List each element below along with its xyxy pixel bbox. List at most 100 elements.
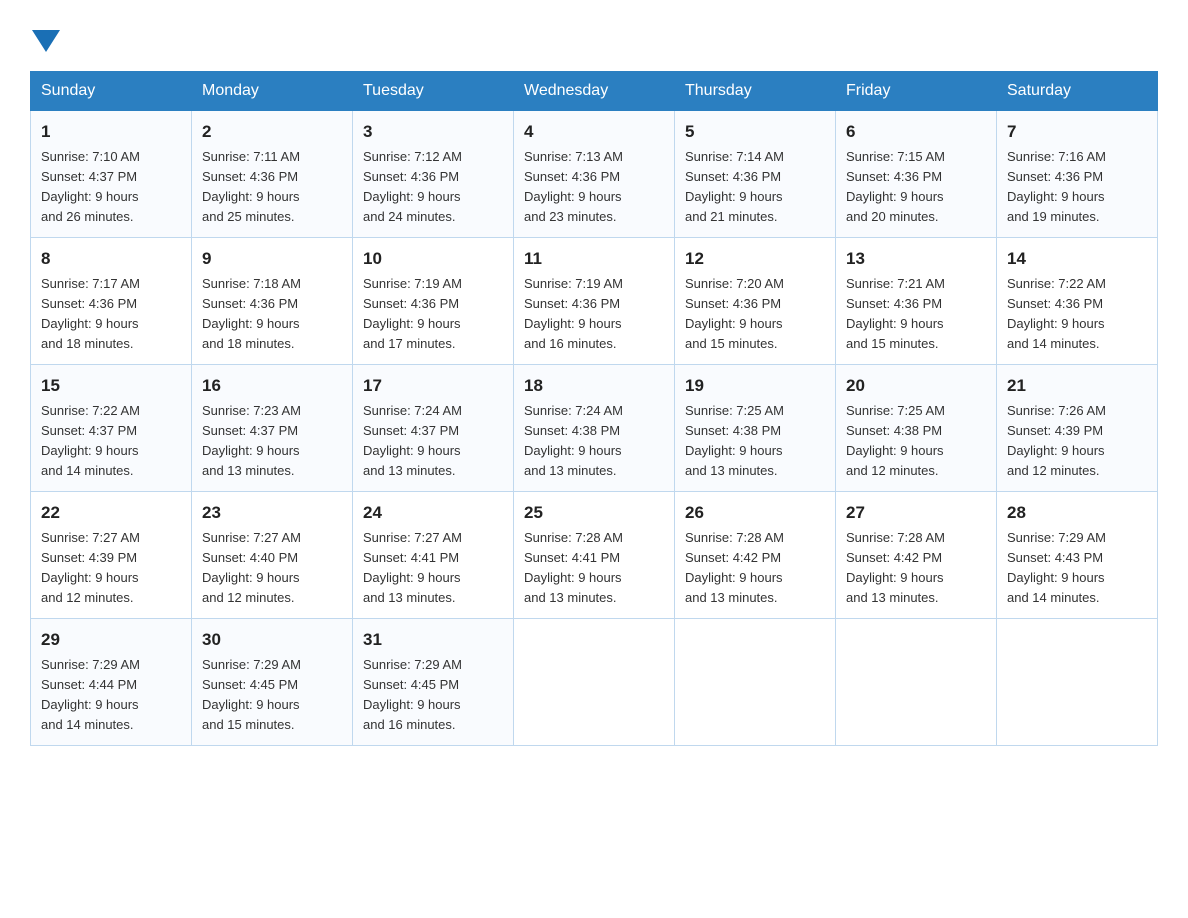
day-number: 4 bbox=[524, 119, 664, 145]
table-row: 5Sunrise: 7:14 AMSunset: 4:36 PMDaylight… bbox=[675, 111, 836, 238]
day-number: 25 bbox=[524, 500, 664, 526]
day-number: 10 bbox=[363, 246, 503, 272]
day-info: Sunrise: 7:20 AMSunset: 4:36 PMDaylight:… bbox=[685, 274, 825, 355]
calendar-week-row: 29Sunrise: 7:29 AMSunset: 4:44 PMDayligh… bbox=[31, 619, 1158, 746]
day-info: Sunrise: 7:11 AMSunset: 4:36 PMDaylight:… bbox=[202, 147, 342, 228]
day-number: 24 bbox=[363, 500, 503, 526]
day-info: Sunrise: 7:24 AMSunset: 4:37 PMDaylight:… bbox=[363, 401, 503, 482]
table-row: 2Sunrise: 7:11 AMSunset: 4:36 PMDaylight… bbox=[192, 111, 353, 238]
day-number: 30 bbox=[202, 627, 342, 653]
table-row: 26Sunrise: 7:28 AMSunset: 4:42 PMDayligh… bbox=[675, 492, 836, 619]
col-wednesday: Wednesday bbox=[514, 72, 675, 111]
day-number: 29 bbox=[41, 627, 181, 653]
table-row: 22Sunrise: 7:27 AMSunset: 4:39 PMDayligh… bbox=[31, 492, 192, 619]
col-thursday: Thursday bbox=[675, 72, 836, 111]
table-row: 18Sunrise: 7:24 AMSunset: 4:38 PMDayligh… bbox=[514, 365, 675, 492]
table-row: 16Sunrise: 7:23 AMSunset: 4:37 PMDayligh… bbox=[192, 365, 353, 492]
day-info: Sunrise: 7:28 AMSunset: 4:42 PMDaylight:… bbox=[685, 528, 825, 609]
table-row: 12Sunrise: 7:20 AMSunset: 4:36 PMDayligh… bbox=[675, 238, 836, 365]
day-number: 8 bbox=[41, 246, 181, 272]
table-row: 14Sunrise: 7:22 AMSunset: 4:36 PMDayligh… bbox=[997, 238, 1158, 365]
calendar-week-row: 22Sunrise: 7:27 AMSunset: 4:39 PMDayligh… bbox=[31, 492, 1158, 619]
col-saturday: Saturday bbox=[997, 72, 1158, 111]
col-friday: Friday bbox=[836, 72, 997, 111]
table-row: 30Sunrise: 7:29 AMSunset: 4:45 PMDayligh… bbox=[192, 619, 353, 746]
calendar-table: Sunday Monday Tuesday Wednesday Thursday… bbox=[30, 71, 1158, 746]
day-info: Sunrise: 7:17 AMSunset: 4:36 PMDaylight:… bbox=[41, 274, 181, 355]
day-info: Sunrise: 7:18 AMSunset: 4:36 PMDaylight:… bbox=[202, 274, 342, 355]
day-number: 31 bbox=[363, 627, 503, 653]
table-row bbox=[836, 619, 997, 746]
col-monday: Monday bbox=[192, 72, 353, 111]
day-info: Sunrise: 7:21 AMSunset: 4:36 PMDaylight:… bbox=[846, 274, 986, 355]
day-number: 3 bbox=[363, 119, 503, 145]
day-number: 20 bbox=[846, 373, 986, 399]
table-row: 9Sunrise: 7:18 AMSunset: 4:36 PMDaylight… bbox=[192, 238, 353, 365]
calendar-week-row: 1Sunrise: 7:10 AMSunset: 4:37 PMDaylight… bbox=[31, 111, 1158, 238]
day-info: Sunrise: 7:29 AMSunset: 4:45 PMDaylight:… bbox=[202, 655, 342, 736]
day-number: 23 bbox=[202, 500, 342, 526]
page-header bbox=[30, 20, 1158, 53]
table-row: 15Sunrise: 7:22 AMSunset: 4:37 PMDayligh… bbox=[31, 365, 192, 492]
day-number: 1 bbox=[41, 119, 181, 145]
table-row: 19Sunrise: 7:25 AMSunset: 4:38 PMDayligh… bbox=[675, 365, 836, 492]
day-info: Sunrise: 7:26 AMSunset: 4:39 PMDaylight:… bbox=[1007, 401, 1147, 482]
col-tuesday: Tuesday bbox=[353, 72, 514, 111]
day-number: 6 bbox=[846, 119, 986, 145]
day-info: Sunrise: 7:23 AMSunset: 4:37 PMDaylight:… bbox=[202, 401, 342, 482]
calendar-week-row: 8Sunrise: 7:17 AMSunset: 4:36 PMDaylight… bbox=[31, 238, 1158, 365]
logo bbox=[30, 20, 60, 53]
day-info: Sunrise: 7:25 AMSunset: 4:38 PMDaylight:… bbox=[685, 401, 825, 482]
table-row: 6Sunrise: 7:15 AMSunset: 4:36 PMDaylight… bbox=[836, 111, 997, 238]
table-row: 28Sunrise: 7:29 AMSunset: 4:43 PMDayligh… bbox=[997, 492, 1158, 619]
table-row: 21Sunrise: 7:26 AMSunset: 4:39 PMDayligh… bbox=[997, 365, 1158, 492]
table-row: 29Sunrise: 7:29 AMSunset: 4:44 PMDayligh… bbox=[31, 619, 192, 746]
day-number: 22 bbox=[41, 500, 181, 526]
day-info: Sunrise: 7:29 AMSunset: 4:43 PMDaylight:… bbox=[1007, 528, 1147, 609]
table-row: 24Sunrise: 7:27 AMSunset: 4:41 PMDayligh… bbox=[353, 492, 514, 619]
day-info: Sunrise: 7:28 AMSunset: 4:42 PMDaylight:… bbox=[846, 528, 986, 609]
table-row: 4Sunrise: 7:13 AMSunset: 4:36 PMDaylight… bbox=[514, 111, 675, 238]
table-row: 10Sunrise: 7:19 AMSunset: 4:36 PMDayligh… bbox=[353, 238, 514, 365]
table-row: 31Sunrise: 7:29 AMSunset: 4:45 PMDayligh… bbox=[353, 619, 514, 746]
day-info: Sunrise: 7:27 AMSunset: 4:41 PMDaylight:… bbox=[363, 528, 503, 609]
day-number: 16 bbox=[202, 373, 342, 399]
table-row: 17Sunrise: 7:24 AMSunset: 4:37 PMDayligh… bbox=[353, 365, 514, 492]
day-number: 21 bbox=[1007, 373, 1147, 399]
day-info: Sunrise: 7:28 AMSunset: 4:41 PMDaylight:… bbox=[524, 528, 664, 609]
day-number: 17 bbox=[363, 373, 503, 399]
col-sunday: Sunday bbox=[31, 72, 192, 111]
day-number: 9 bbox=[202, 246, 342, 272]
day-info: Sunrise: 7:19 AMSunset: 4:36 PMDaylight:… bbox=[363, 274, 503, 355]
day-info: Sunrise: 7:24 AMSunset: 4:38 PMDaylight:… bbox=[524, 401, 664, 482]
logo-triangle-icon bbox=[32, 30, 60, 52]
day-number: 15 bbox=[41, 373, 181, 399]
table-row: 25Sunrise: 7:28 AMSunset: 4:41 PMDayligh… bbox=[514, 492, 675, 619]
day-info: Sunrise: 7:29 AMSunset: 4:45 PMDaylight:… bbox=[363, 655, 503, 736]
day-info: Sunrise: 7:16 AMSunset: 4:36 PMDaylight:… bbox=[1007, 147, 1147, 228]
table-row bbox=[514, 619, 675, 746]
day-info: Sunrise: 7:13 AMSunset: 4:36 PMDaylight:… bbox=[524, 147, 664, 228]
day-info: Sunrise: 7:12 AMSunset: 4:36 PMDaylight:… bbox=[363, 147, 503, 228]
day-number: 19 bbox=[685, 373, 825, 399]
day-info: Sunrise: 7:29 AMSunset: 4:44 PMDaylight:… bbox=[41, 655, 181, 736]
day-info: Sunrise: 7:14 AMSunset: 4:36 PMDaylight:… bbox=[685, 147, 825, 228]
table-row: 3Sunrise: 7:12 AMSunset: 4:36 PMDaylight… bbox=[353, 111, 514, 238]
day-info: Sunrise: 7:15 AMSunset: 4:36 PMDaylight:… bbox=[846, 147, 986, 228]
day-info: Sunrise: 7:22 AMSunset: 4:36 PMDaylight:… bbox=[1007, 274, 1147, 355]
day-number: 28 bbox=[1007, 500, 1147, 526]
day-info: Sunrise: 7:22 AMSunset: 4:37 PMDaylight:… bbox=[41, 401, 181, 482]
table-row bbox=[997, 619, 1158, 746]
day-number: 12 bbox=[685, 246, 825, 272]
day-number: 7 bbox=[1007, 119, 1147, 145]
table-row: 23Sunrise: 7:27 AMSunset: 4:40 PMDayligh… bbox=[192, 492, 353, 619]
day-info: Sunrise: 7:19 AMSunset: 4:36 PMDaylight:… bbox=[524, 274, 664, 355]
table-row: 20Sunrise: 7:25 AMSunset: 4:38 PMDayligh… bbox=[836, 365, 997, 492]
table-row: 1Sunrise: 7:10 AMSunset: 4:37 PMDaylight… bbox=[31, 111, 192, 238]
day-number: 27 bbox=[846, 500, 986, 526]
table-row: 11Sunrise: 7:19 AMSunset: 4:36 PMDayligh… bbox=[514, 238, 675, 365]
day-info: Sunrise: 7:25 AMSunset: 4:38 PMDaylight:… bbox=[846, 401, 986, 482]
day-number: 18 bbox=[524, 373, 664, 399]
table-row: 13Sunrise: 7:21 AMSunset: 4:36 PMDayligh… bbox=[836, 238, 997, 365]
table-row bbox=[675, 619, 836, 746]
